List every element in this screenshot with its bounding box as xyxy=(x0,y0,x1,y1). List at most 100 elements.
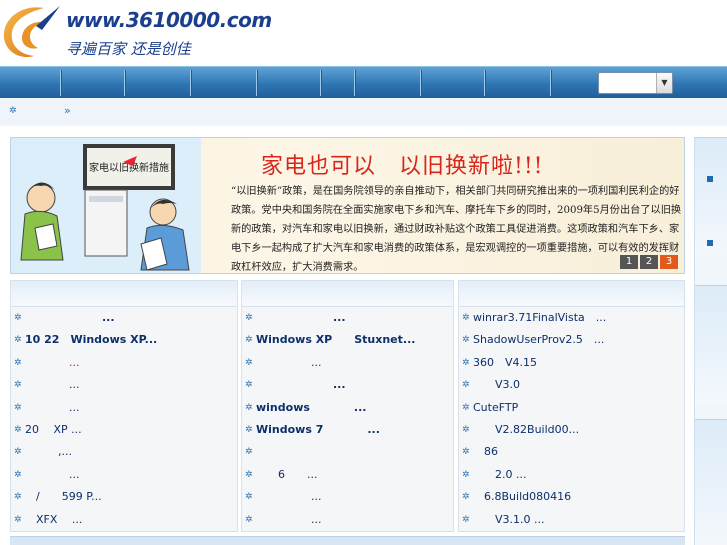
breadcrumb: ✲ » xyxy=(0,98,727,126)
bullet-icon: ✲ xyxy=(462,424,470,435)
list-item[interactable]: ✲ windows ... xyxy=(242,397,453,419)
bullet-icon: ✲ xyxy=(462,402,470,413)
list-item[interactable]: ✲ Windows 7 ... xyxy=(242,419,453,441)
bullet-icon: ✲ xyxy=(462,335,470,346)
list-item[interactable]: ✲ ... xyxy=(242,352,453,374)
list-item[interactable]: ✲ winrar3.71FinalVista ... xyxy=(459,307,684,329)
banner-page-3-button[interactable]: 3 xyxy=(660,255,678,269)
list-item[interactable]: ✲ ... xyxy=(242,307,453,329)
list-item[interactable]: ✲ 2.0 ... xyxy=(459,464,684,486)
bullet-icon: ✲ xyxy=(462,357,470,368)
column-2-header xyxy=(242,281,453,307)
bullet-icon: ✲ xyxy=(14,469,22,480)
bullet-icon: ✲ xyxy=(245,424,253,435)
list-item[interactable]: ✲ ... xyxy=(242,486,453,508)
nav-item-6[interactable] xyxy=(354,70,355,96)
bullet-icon: ✲ xyxy=(14,402,22,413)
list-item[interactable]: ✲ ... xyxy=(11,464,237,486)
bullet-icon: ✲ xyxy=(245,335,253,346)
right-sidebar-block-2 xyxy=(695,285,727,405)
bullet-icon: ✲ xyxy=(245,357,253,368)
banner-pager: 1 2 3 xyxy=(620,255,678,269)
bullet-icon: ✲ xyxy=(245,313,253,323)
banner-body-text: “以旧换新”政策，是在国务院领导的亲自推动下，相关部门共同研究推出来的一项利国利… xyxy=(231,186,682,273)
banner-illustration: 家电以旧换新措施 xyxy=(11,138,201,273)
site-slogan: 寻遍百家 还是创佳 xyxy=(66,40,191,58)
list-item[interactable]: ✲ CuteFTP xyxy=(459,397,684,419)
bullet-icon: ✲ xyxy=(462,492,470,503)
list-item[interactable]: ✲ / 599 P... xyxy=(11,486,237,508)
list-item[interactable]: ✲ ... xyxy=(11,397,237,419)
list-item[interactable]: ✲ V3.0 xyxy=(459,374,684,396)
right-sidebar xyxy=(694,137,727,545)
bullet-icon: ✲ xyxy=(245,514,253,525)
list-item[interactable]: ✲ ... xyxy=(242,374,453,396)
list-item[interactable]: ✲ 86 xyxy=(459,441,684,463)
list-item[interactable]: ✲ V2.82Build00... xyxy=(459,419,684,441)
square-bullet-icon xyxy=(707,240,713,246)
right-sidebar-block-1 xyxy=(695,137,727,257)
list-item[interactable]: ✲ ShadowUserProv2.5 ... xyxy=(459,329,684,351)
column-1-header xyxy=(11,281,237,307)
bullet-icon: ✲ xyxy=(245,469,253,480)
list-item[interactable]: ✲ 360 V4.15 xyxy=(459,352,684,374)
bullet-icon: ✲ xyxy=(462,469,470,480)
column-3-header xyxy=(459,281,684,307)
column-2-list: ✲ ... ✲ Windows XP Stuxnet... ✲ ... ✲ ...… xyxy=(242,307,453,531)
column-3-list: ✲ winrar3.71FinalVista ... ✲ ShadowUserPro… xyxy=(459,307,684,531)
bullet-icon: ✲ xyxy=(245,402,253,413)
news-column-2: ✲ ... ✲ Windows XP Stuxnet... ✲ ... ✲ ...… xyxy=(241,280,454,532)
square-bullet-icon xyxy=(707,176,713,182)
list-item[interactable]: ✲ 20 XP ... xyxy=(11,419,237,441)
promo-banner[interactable]: 家电以旧换新措施 家电也可以 以旧换新啦!!! “以旧换新”政策，是在国务院领导… xyxy=(10,137,685,274)
list-item[interactable]: ✲ ... xyxy=(11,307,237,329)
list-item[interactable]: ✲ XFX ... xyxy=(11,509,237,531)
list-item[interactable]: ✲ xyxy=(242,441,453,463)
list-item[interactable]: ✲ 10 22 Windows XP... xyxy=(11,329,237,351)
list-item[interactable]: ✲ V3.1.0 ... xyxy=(459,509,684,531)
bullet-icon: ✲ xyxy=(14,424,22,435)
bullet-icon: ✲ xyxy=(14,313,22,323)
footer-strip xyxy=(10,536,685,545)
bullet-icon: ✲ xyxy=(14,380,22,391)
bullet-icon: ✲ xyxy=(14,357,22,368)
bullet-icon: ✲ xyxy=(245,492,253,503)
bullet-icon: ✲ xyxy=(14,492,22,503)
site-header: www.3610000.com 寻遍百家 还是创佳 xyxy=(0,0,727,66)
bullet-icon: ✲ xyxy=(462,447,470,458)
bullet-icon: ✲ xyxy=(462,313,470,323)
nav-item-4[interactable] xyxy=(256,70,257,96)
bullet-icon: ✲ xyxy=(14,514,22,525)
nav-item-2[interactable] xyxy=(124,70,125,96)
list-item[interactable]: ✲ 6 ... xyxy=(242,464,453,486)
list-item[interactable]: ✲ Windows XP Stuxnet... xyxy=(242,329,453,351)
category-select[interactable]: ▼ xyxy=(598,72,673,94)
list-item[interactable]: ✲ ,... xyxy=(11,441,237,463)
download-column-3: ✲ winrar3.71FinalVista ... ✲ ShadowUserPro… xyxy=(458,280,685,532)
bullet-icon: ✲ xyxy=(245,447,253,458)
breadcrumb-separator: » xyxy=(64,104,71,117)
banner-page-2-button[interactable]: 2 xyxy=(640,255,658,269)
bullet-icon: ✲ xyxy=(462,380,470,391)
bullet-icon: ✲ xyxy=(14,447,22,458)
list-item[interactable]: ✲ ... xyxy=(242,509,453,531)
logo-swirl-icon[interactable] xyxy=(0,2,62,62)
nav-item-7[interactable] xyxy=(420,70,421,96)
news-column-1: ✲ ... ✲ 10 22 Windows XP... ✲ ... ✲ ... ✲… xyxy=(10,280,238,532)
bullet-icon: ✲ xyxy=(462,514,470,525)
nav-item-5[interactable] xyxy=(320,70,321,96)
nav-item-1[interactable] xyxy=(60,70,61,96)
bullet-icon: ✲ xyxy=(245,380,253,391)
list-item[interactable]: ✲ ... xyxy=(11,352,237,374)
breadcrumb-bullet-icon: ✲ xyxy=(9,106,17,116)
banner-page-1-button[interactable]: 1 xyxy=(620,255,638,269)
chevron-down-icon[interactable]: ▼ xyxy=(656,73,672,93)
nav-item-3[interactable] xyxy=(190,70,191,96)
bullet-icon: ✲ xyxy=(14,335,22,346)
nav-item-9[interactable] xyxy=(550,70,551,96)
list-item[interactable]: ✲ 6.8Build080416 xyxy=(459,486,684,508)
nav-item-8[interactable] xyxy=(484,70,485,96)
banner-title: 家电也可以 以旧换新啦!!! xyxy=(261,154,544,179)
site-url-logo[interactable]: www.3610000.com xyxy=(66,8,272,32)
list-item[interactable]: ✲ ... xyxy=(11,374,237,396)
